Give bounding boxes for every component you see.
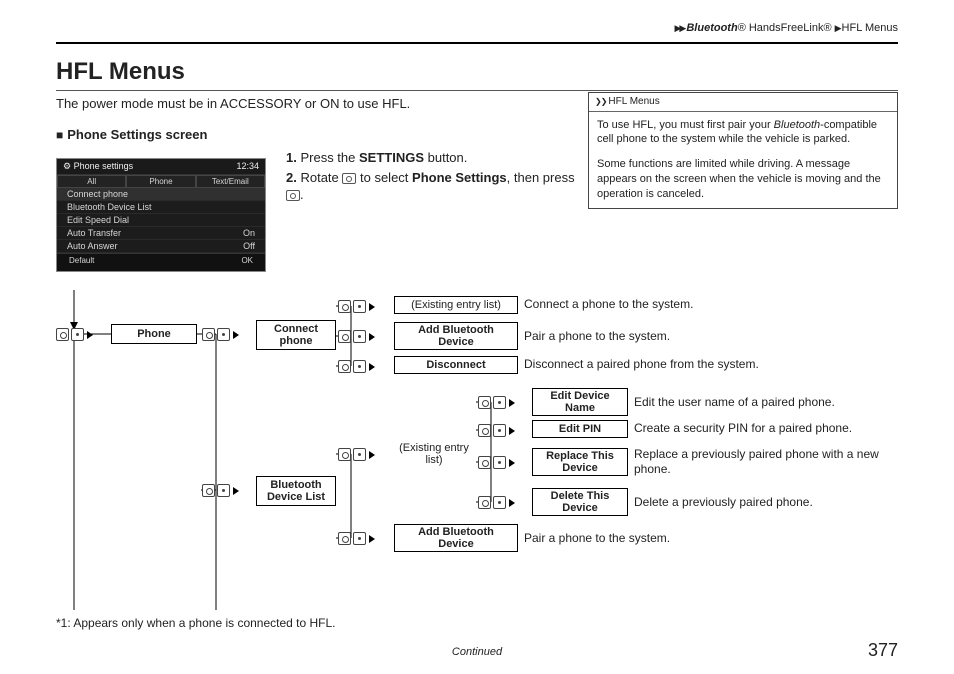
instructions: 1. Press the SETTINGS button. 2. Rotate … [286,149,576,206]
dial-push-icon [338,360,376,373]
node-edit-pin: Edit PIN [532,420,628,438]
phone-settings-screenshot: ⚙ Phone settings 12:34 All Phone Text/Em… [56,158,266,272]
node-phone: Phone [111,324,197,344]
dial-push-icon [478,456,516,469]
press-button-icon [286,190,300,201]
dial-push-icon [338,330,376,343]
page-number: 377 [868,640,898,661]
intro-text: The power mode must be in ACCESSORY or O… [56,96,410,111]
node-existing-entry-list: (Existing entry list) [394,296,518,314]
desc-delete: Delete a previously paired phone. [634,495,813,510]
footnote: *1: Appears only when a phone is connect… [56,616,336,630]
node-existing-entry-list-2: (Existing entry list) [394,440,474,468]
dial-push-icon [338,532,376,545]
page-title: HFL Menus [56,58,185,86]
desc-pair: Pair a phone to the system. [524,329,670,344]
continued-label: Continued [56,646,898,658]
desc-pair-2: Pair a phone to the system. [524,531,670,546]
desc-disconnect: Disconnect a paired phone from the syste… [524,357,759,372]
dial-push-icon [338,300,376,313]
desc-edit-pin: Create a security PIN for a paired phone… [634,421,852,436]
dial-push-icon [56,328,94,341]
node-connect-phone: Connect phone [256,320,336,350]
rotate-dial-icon [342,173,356,184]
node-disconnect: Disconnect [394,356,518,374]
node-delete-this-device: Delete This Device [532,488,628,516]
desc-replace: Replace a previously paired phone with a… [634,447,894,477]
breadcrumb: ▶▶Bluetooth® HandsFreeLink® ▶HFL Menus [675,22,898,34]
desc-connect: Connect a phone to the system. [524,297,693,312]
node-edit-device-name: Edit Device Name [532,388,628,416]
desc-edit-name: Edit the user name of a paired phone. [634,395,835,410]
dial-push-icon [478,424,516,437]
dial-push-icon [202,328,240,341]
node-add-bluetooth-device-2: Add Bluetooth Device [394,524,518,552]
node-replace-this-device: Replace This Device [532,448,628,476]
dial-push-icon [478,396,516,409]
note-head: HFL Menus [589,93,897,112]
dial-push-icon [338,448,376,461]
title-rule [56,90,898,91]
node-add-bluetooth-device: Add Bluetooth Device [394,322,518,350]
dial-push-icon [202,484,240,497]
sidebar-note: HFL Menus To use HFL, you must first pai… [588,92,898,209]
node-bluetooth-device-list: Bluetooth Device List [256,476,336,506]
dial-push-icon [478,496,516,509]
section-subhead: ■Phone Settings screen [56,127,207,142]
menu-diagram: Phone Connect phone (Existing entry list… [56,290,898,615]
header-rule [56,42,898,44]
